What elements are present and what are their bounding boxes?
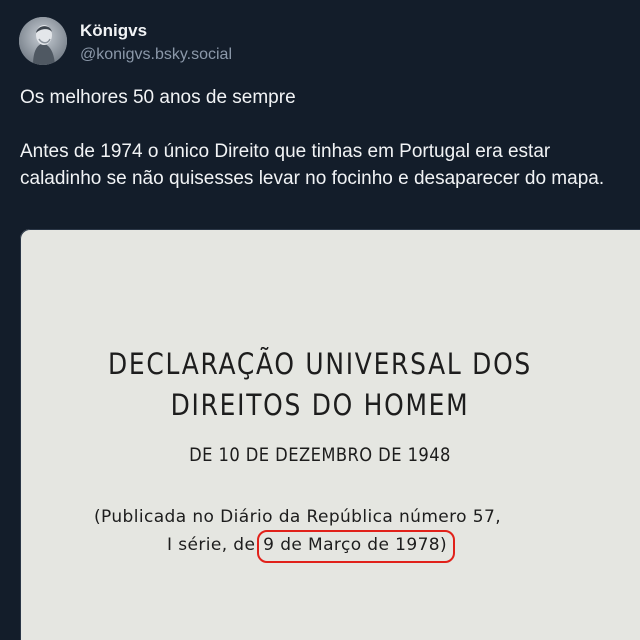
document-title: DECLARAÇÃO UNIVERSAL DOS DIREITOS DO HOM… bbox=[62, 344, 578, 426]
highlighted-date: 9 de Março de 1978) bbox=[263, 535, 448, 555]
post-text: Os melhores 50 anos de sempre Antes de 1… bbox=[20, 84, 632, 192]
post-paragraph: Os melhores 50 anos de sempre bbox=[20, 87, 296, 108]
document-title-line: DIREITOS DO HOMEM bbox=[170, 388, 470, 422]
post-card: Königvs @konigvs.bsky.social Os melhores… bbox=[0, 0, 640, 640]
document-note-line: (Publicada no Diário da República número… bbox=[94, 507, 502, 527]
document-publication-note: (Publicada no Diário da República número… bbox=[94, 505, 614, 563]
embedded-image[interactable]: DECLARAÇÃO UNIVERSAL DOS DIREITOS DO HOM… bbox=[20, 229, 640, 640]
avatar-statue-photo-icon bbox=[19, 17, 67, 65]
document-subtitle: DE 10 DE DEZEMBRO DE 1948 bbox=[189, 444, 451, 466]
document-note-line: I série, de 9 de Março de 1978) bbox=[94, 530, 614, 563]
author-handle[interactable]: @konigvs.bsky.social bbox=[80, 45, 232, 65]
red-highlight-circle: 9 de Março de 1978) bbox=[257, 530, 456, 563]
author-display-name[interactable]: Königvs bbox=[80, 20, 147, 42]
document-title-line: DECLARAÇÃO UNIVERSAL DOS bbox=[108, 347, 532, 381]
document-note-prefix: I série, de bbox=[167, 535, 262, 555]
avatar[interactable] bbox=[19, 17, 67, 65]
post-paragraph: Antes de 1974 o único Direito que tinhas… bbox=[20, 141, 605, 189]
